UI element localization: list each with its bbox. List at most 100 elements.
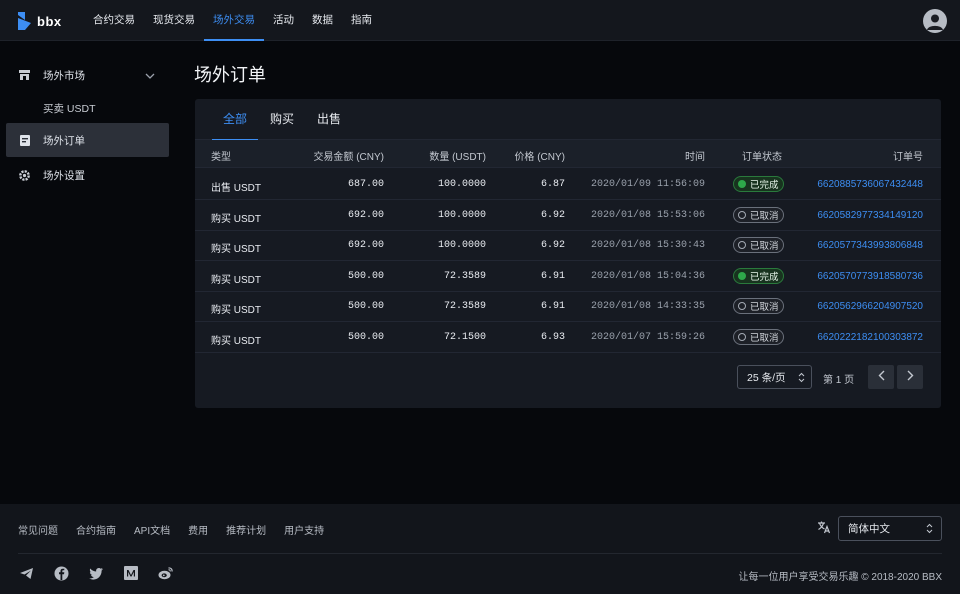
nav-data[interactable]: 数据 xyxy=(303,0,342,41)
cell-time: 2020/01/08 15:53:06 xyxy=(590,209,705,221)
prev-page-button[interactable] xyxy=(868,365,894,389)
page-indicator: 第 1 页 xyxy=(823,375,855,386)
medium-icon[interactable] xyxy=(123,565,139,581)
sidebar-item-label: 场外订单 xyxy=(43,134,85,147)
table-row: 购买 USDT 500.00 72.3589 6.91 2020/01/08 15:04… xyxy=(195,261,941,292)
status-dot-icon xyxy=(738,302,746,311)
cell-type: 购买 USDT xyxy=(211,244,261,256)
status-dot-icon xyxy=(738,333,746,341)
page-size-select[interactable]: 25 条/页 xyxy=(737,365,812,389)
col-price: 价格 (CNY) xyxy=(514,152,565,163)
telegram-icon[interactable] xyxy=(18,565,34,581)
nav-spot-trading[interactable]: 现货交易 xyxy=(144,0,204,41)
cell-amount: 500.00 xyxy=(347,270,384,282)
cell-quantity: 100.0000 xyxy=(437,179,486,190)
sidebar-item-otc-settings[interactable]: 场外设置 xyxy=(6,158,169,192)
status-label: 已取消 xyxy=(750,302,779,314)
order-id-link[interactable]: 6620570773918580736 xyxy=(817,271,923,282)
status-dot-icon xyxy=(738,180,746,188)
user-avatar-icon[interactable] xyxy=(923,9,947,33)
status-dot-icon xyxy=(738,210,746,219)
cell-price: 6.87 xyxy=(540,179,565,190)
translate-icon xyxy=(817,520,831,539)
cell-amount: 500.00 xyxy=(347,332,384,343)
brand-logo[interactable]: bbx xyxy=(17,11,62,31)
status-label: 已取消 xyxy=(750,210,779,222)
table-row: 购买 USDT 500.00 72.3589 6.91 2020/01/08 14:33… xyxy=(195,291,941,323)
cell-quantity: 100.0000 xyxy=(437,240,486,252)
status-badge: 已取消 xyxy=(733,237,784,254)
cell-price: 6.92 xyxy=(540,209,565,221)
page-title: 场外订单 xyxy=(194,65,266,85)
footer-link-contract-guide[interactable]: 合约指南 xyxy=(76,522,116,537)
nav-guide[interactable]: 指南 xyxy=(342,0,381,41)
footer: 常见问题 合约指南 API文档 费用 推荐计划 用户支持 简体中文 让每一位用户… xyxy=(0,504,960,594)
sidebar-subitem-buy-sell-usdt[interactable]: 买卖 USDT xyxy=(43,101,96,116)
store-icon xyxy=(18,69,31,82)
cell-time: 2020/01/09 11:56:09 xyxy=(590,179,705,190)
top-navbar: bbx 合约交易 现货交易 场外交易 活动 数据 指南 xyxy=(0,0,960,41)
footer-link-referral[interactable]: 推荐计划 xyxy=(226,522,266,537)
weibo-icon[interactable] xyxy=(158,565,174,581)
footer-link-api-docs[interactable]: API文档 xyxy=(134,522,170,537)
cell-price: 6.93 xyxy=(540,332,565,343)
table-row: 购买 USDT 500.00 72.1500 6.93 2020/01/07 15:59… xyxy=(195,322,941,353)
table-header: 类型 交易金额 (CNY) 数量 (USDT) 价格 (CNY) 时间 订单状态… xyxy=(195,140,941,168)
footer-divider xyxy=(18,553,942,554)
cell-quantity: 100.0000 xyxy=(437,209,486,221)
orders-icon xyxy=(18,134,31,147)
col-status: 订单状态 xyxy=(742,152,782,163)
cell-price: 6.91 xyxy=(540,270,565,282)
cell-amount: 692.00 xyxy=(347,240,384,252)
cell-type: 购买 USDT xyxy=(211,213,261,225)
cell-time: 2020/01/08 14:33:35 xyxy=(590,301,705,313)
facebook-icon[interactable] xyxy=(53,565,69,581)
order-id-link[interactable]: 6620582977334149120 xyxy=(817,210,923,221)
tab-sell[interactable]: 出售 xyxy=(316,99,342,140)
bbx-logo-icon xyxy=(18,12,31,30)
cell-amount: 687.00 xyxy=(347,179,384,190)
cell-type: 出售 USDT xyxy=(211,183,261,194)
cell-quantity: 72.3589 xyxy=(443,301,486,313)
footer-link-support[interactable]: 用户支持 xyxy=(284,522,324,537)
nav-activity[interactable]: 活动 xyxy=(264,0,303,41)
language-select[interactable]: 简体中文 xyxy=(838,516,942,541)
cell-type: 购买 USDT xyxy=(211,274,261,286)
sidebar-item-label: 场外设置 xyxy=(43,169,85,182)
nav-otc-trading[interactable]: 场外交易 xyxy=(204,0,264,41)
footer-link-faq[interactable]: 常见问题 xyxy=(18,522,58,537)
col-quantity: 数量 (USDT) xyxy=(429,152,486,163)
chevron-right-icon xyxy=(907,368,914,386)
tab-buy[interactable]: 购买 xyxy=(269,99,295,140)
cell-quantity: 72.3589 xyxy=(443,270,486,282)
sidebar-item-otc-orders[interactable]: 场外订单 xyxy=(6,123,169,157)
order-tabs: 全部 购买 出售 xyxy=(195,99,941,141)
order-id-link[interactable]: 6620562966204907520 xyxy=(817,301,923,312)
cell-price: 6.91 xyxy=(540,301,565,313)
next-page-button[interactable] xyxy=(897,365,923,389)
main-nav: 合约交易 现货交易 场外交易 活动 数据 指南 xyxy=(84,0,381,41)
cell-amount: 500.00 xyxy=(347,301,384,313)
twitter-icon[interactable] xyxy=(88,565,104,581)
sidebar-item-otc-market[interactable]: 场外市场 xyxy=(6,58,169,92)
cell-type: 购买 USDT xyxy=(211,336,261,347)
social-links xyxy=(18,565,193,581)
table-row: 出售 USDT 687.00 100.0000 6.87 2020/01/09 11:5… xyxy=(195,169,941,200)
tab-all[interactable]: 全部 xyxy=(212,99,258,141)
nav-contract-trading[interactable]: 合约交易 xyxy=(84,0,144,41)
status-badge: 已取消 xyxy=(733,206,784,223)
language-value: 简体中文 xyxy=(848,523,890,535)
order-id-link[interactable]: 6620577343993806848 xyxy=(817,240,923,251)
orders-card: 全部 购买 出售 类型 交易金额 (CNY) 数量 (USDT) 价格 (CNY… xyxy=(195,99,941,408)
footer-link-fees[interactable]: 费用 xyxy=(188,522,208,537)
cell-price: 6.92 xyxy=(540,240,565,252)
status-badge: 已完成 xyxy=(733,176,784,192)
select-arrows-icon xyxy=(798,372,805,386)
order-id-link[interactable]: 6620222182100303872 xyxy=(817,332,923,343)
col-order-id: 订单号 xyxy=(893,152,923,163)
status-dot-icon xyxy=(738,241,746,250)
order-id-link[interactable]: 6620885736067432448 xyxy=(817,179,923,190)
cell-quantity: 72.1500 xyxy=(443,332,486,343)
status-dot-icon xyxy=(738,271,746,280)
table-row: 购买 USDT 692.00 100.0000 6.92 2020/01/08 15:3… xyxy=(195,230,941,262)
